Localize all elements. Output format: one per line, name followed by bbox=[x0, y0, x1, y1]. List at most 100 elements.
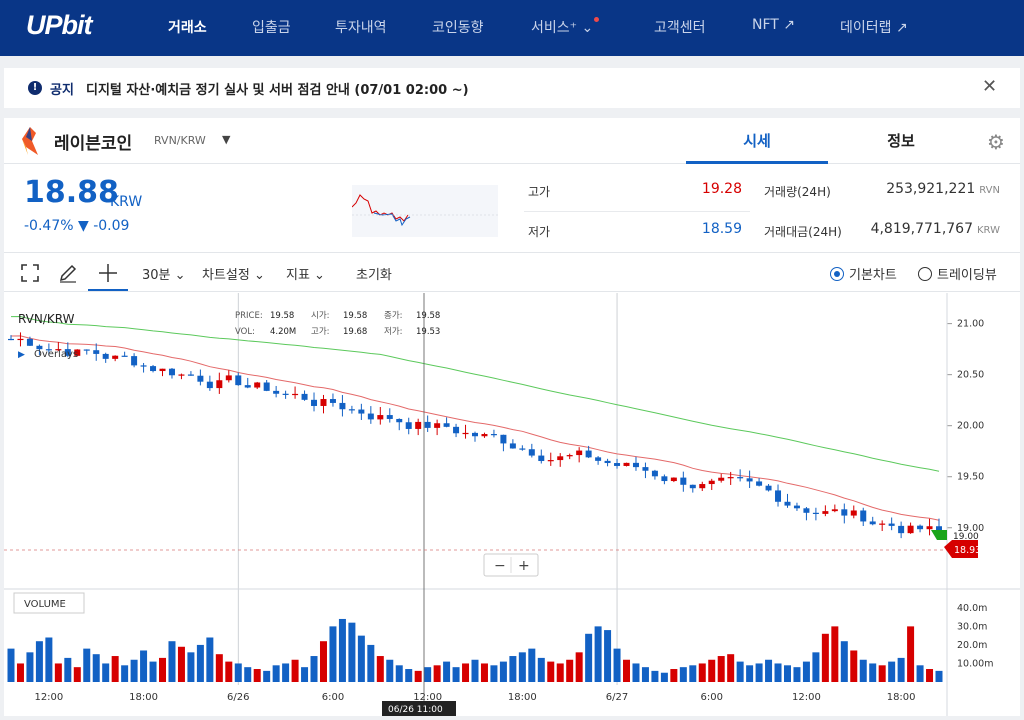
candle bbox=[244, 385, 251, 388]
candle bbox=[822, 511, 829, 514]
radio-checked-icon bbox=[830, 267, 844, 281]
nav-exchange[interactable]: 거래소 bbox=[168, 17, 207, 37]
ohlc-price: 19.58 bbox=[270, 311, 294, 321]
chart-settings-select[interactable]: 차트설정 ⌄ bbox=[202, 264, 265, 283]
candle bbox=[121, 355, 128, 357]
close-icon[interactable]: ✕ bbox=[982, 76, 997, 97]
ohlc-low: 19.53 bbox=[416, 327, 440, 337]
volume-bar bbox=[471, 659, 479, 682]
candle bbox=[159, 368, 166, 372]
volume-bar bbox=[755, 663, 763, 682]
candle bbox=[216, 380, 223, 389]
price-chart-area[interactable]: 21.00 20.50 20.00 19.50 19.00 40.0m 30.0m 20.0m… bbox=[4, 293, 1020, 716]
ohlc-open-label: 시가: bbox=[311, 311, 330, 321]
upbit-logo[interactable]: UPbit bbox=[26, 10, 92, 41]
volume-bar bbox=[234, 663, 242, 682]
x-axis-tick-label: 6:00 bbox=[701, 692, 723, 703]
nav-deposit-withdraw[interactable]: 입출금 bbox=[252, 17, 291, 37]
volume-axis-tick-label: 30.0m bbox=[957, 621, 987, 632]
volume-bar bbox=[812, 652, 820, 682]
zoom-in-button[interactable]: + bbox=[518, 558, 530, 574]
volume-bar bbox=[282, 663, 290, 682]
ohlc-vol: 4.20M bbox=[270, 327, 296, 337]
ohlc-open: 19.58 bbox=[343, 311, 367, 321]
candle bbox=[443, 423, 450, 427]
tradingview-radio[interactable]: 트레이딩뷰 bbox=[918, 264, 997, 283]
interval-select[interactable]: 30분 ⌄ bbox=[142, 264, 186, 283]
coin-name[interactable]: 레이븐코인 bbox=[54, 129, 132, 154]
pencil-icon[interactable] bbox=[56, 261, 80, 285]
candle bbox=[377, 415, 384, 420]
candle bbox=[917, 525, 924, 530]
overlays-toggle[interactable]: Overlays bbox=[34, 349, 78, 360]
volume-bar bbox=[528, 648, 536, 682]
volume-bar bbox=[765, 659, 773, 682]
ohlc-high-label: 고가: bbox=[311, 327, 330, 337]
candle bbox=[367, 413, 374, 420]
volume-bar bbox=[177, 646, 185, 682]
ohlc-price-label: PRICE: bbox=[235, 311, 263, 321]
candlestick-chart[interactable]: 21.0020.5020.0019.5019.0040.0m30.0m20.0m… bbox=[4, 293, 1020, 716]
volume-bar bbox=[405, 669, 413, 682]
candle bbox=[926, 526, 933, 530]
volume-bar bbox=[556, 663, 564, 682]
volume-bar bbox=[897, 657, 905, 682]
caret-down-icon[interactable]: ▼ bbox=[222, 133, 230, 146]
nav-datalab[interactable]: 데이터랩 ↗ bbox=[840, 17, 908, 37]
candle bbox=[869, 521, 876, 525]
volume-axis-tick-label: 10.00m bbox=[957, 658, 993, 669]
volume-bar bbox=[499, 661, 507, 682]
low-value: 18.59 bbox=[701, 221, 742, 237]
candle bbox=[273, 390, 280, 394]
notice-bar[interactable]: ! 공지 디지털 자산·예치금 정기 실사 및 서버 점검 안내 (07/01 … bbox=[4, 68, 1020, 108]
tab-info[interactable]: 정보 bbox=[830, 118, 972, 164]
candle bbox=[727, 477, 734, 479]
x-axis-tick-label: 18:00 bbox=[887, 692, 916, 703]
candle bbox=[680, 477, 687, 485]
candle bbox=[282, 393, 289, 395]
volume-24h-number: 253,921,221 bbox=[886, 181, 976, 197]
candle bbox=[358, 409, 365, 414]
nav-customer-center[interactable]: 고객센터 bbox=[654, 17, 706, 37]
tab-quote[interactable]: 시세 bbox=[686, 118, 828, 164]
candle bbox=[102, 353, 109, 359]
volume-bar bbox=[376, 656, 384, 682]
reset-button[interactable]: 초기화 bbox=[356, 264, 392, 283]
notice-text[interactable]: 디지털 자산·예치금 정기 실사 및 서버 점검 안내 (07/01 02:00… bbox=[86, 79, 469, 98]
volume-bar bbox=[357, 635, 365, 682]
nav-coin-trends[interactable]: 코인동향 bbox=[432, 17, 484, 37]
volume-bar bbox=[660, 672, 668, 682]
candle bbox=[812, 512, 819, 514]
overlays-toggle-icon[interactable]: ▶ bbox=[18, 350, 25, 360]
nav-investments[interactable]: 투자내역 bbox=[335, 17, 387, 37]
volume-title: VOLUME bbox=[24, 599, 66, 610]
zoom-controls: − + bbox=[483, 553, 539, 577]
current-price: 18.88 bbox=[24, 175, 119, 210]
volume-bar bbox=[831, 626, 839, 682]
volume-bar bbox=[566, 659, 574, 682]
nav-nft[interactable]: NFT ↗ bbox=[752, 17, 795, 33]
volume-bar bbox=[367, 644, 375, 682]
candle bbox=[168, 368, 175, 376]
basic-chart-radio[interactable]: 기본차트 bbox=[830, 264, 897, 283]
indicators-select[interactable]: 지표 ⌄ bbox=[286, 264, 325, 283]
volume-bar bbox=[64, 657, 72, 682]
ohlc-low-label: 저가: bbox=[384, 327, 403, 337]
crosshair-tool[interactable] bbox=[88, 254, 128, 291]
ohlc-high: 19.68 bbox=[343, 327, 367, 337]
volume-bar bbox=[490, 665, 498, 682]
volume-axis-tick-label: 40.0m bbox=[957, 603, 987, 614]
gear-icon[interactable]: ⚙ bbox=[987, 130, 1005, 154]
candle bbox=[311, 399, 318, 406]
y-axis-tick-label: 21.00 bbox=[957, 319, 984, 330]
volume-bar bbox=[698, 663, 706, 682]
candle bbox=[888, 523, 895, 526]
candle bbox=[756, 481, 763, 486]
stat-divider bbox=[524, 211, 750, 212]
nav-services[interactable]: 서비스⁺ ⌄ bbox=[531, 17, 600, 37]
fullscreen-icon[interactable] bbox=[18, 261, 42, 285]
candle bbox=[519, 448, 526, 450]
volume-bar bbox=[111, 656, 119, 682]
notice-label: 공지 bbox=[50, 83, 74, 98]
zoom-out-button[interactable]: − bbox=[494, 558, 506, 574]
